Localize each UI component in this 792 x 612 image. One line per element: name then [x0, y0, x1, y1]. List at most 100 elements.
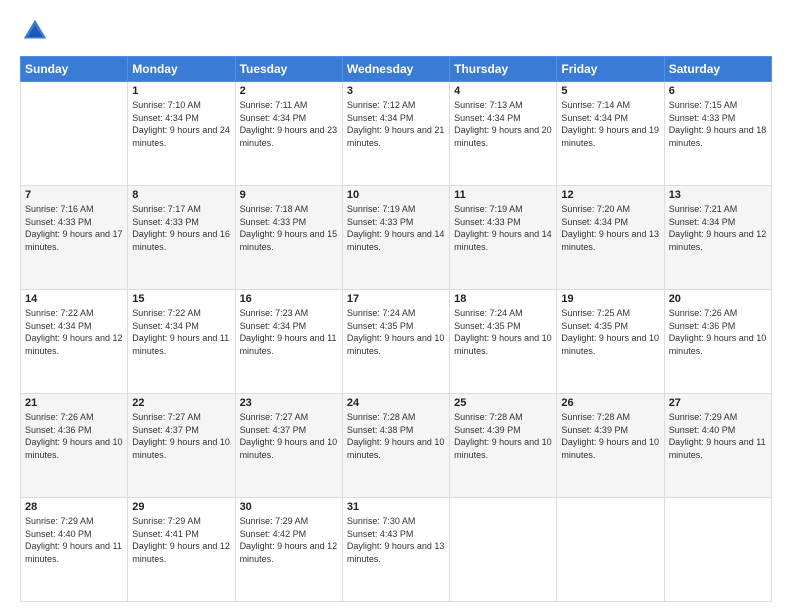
day-info: Sunrise: 7:29 AMSunset: 4:42 PMDaylight:… [240, 515, 338, 565]
day-number: 3 [347, 85, 445, 97]
day-number: 22 [132, 397, 230, 409]
header [20, 16, 772, 46]
day-info: Sunrise: 7:28 AMSunset: 4:39 PMDaylight:… [454, 411, 552, 461]
day-cell: 24 Sunrise: 7:28 AMSunset: 4:38 PMDayligh… [342, 394, 449, 498]
day-number: 27 [669, 397, 767, 409]
day-number: 19 [561, 293, 659, 305]
logo-icon [20, 16, 50, 46]
day-number: 20 [669, 293, 767, 305]
day-cell: 17 Sunrise: 7:24 AMSunset: 4:35 PMDayligh… [342, 290, 449, 394]
day-cell: 13Sunrise: 7:21 AMSunset: 4:34 PMDayligh… [664, 186, 771, 290]
day-cell: 5 Sunrise: 7:14 AMSunset: 4:34 PMDaylight… [557, 82, 664, 186]
day-number: 21 [25, 397, 123, 409]
day-number: 7 [25, 189, 123, 201]
day-number: 24 [347, 397, 445, 409]
day-cell: 14 Sunrise: 7:22 AMSunset: 4:34 PMDayligh… [21, 290, 128, 394]
day-cell: 16Sunrise: 7:23 AMSunset: 4:34 PMDayligh… [235, 290, 342, 394]
day-cell [664, 498, 771, 602]
day-header-tuesday: Tuesday [235, 57, 342, 82]
day-info: Sunrise: 7:19 AMSunset: 4:33 PMDaylight:… [347, 203, 445, 253]
day-cell: 7Sunrise: 7:16 AMSunset: 4:33 PMDaylight… [21, 186, 128, 290]
day-info: Sunrise: 7:28 AMSunset: 4:39 PMDaylight:… [561, 411, 659, 461]
week-row-3: 14 Sunrise: 7:22 AMSunset: 4:34 PMDayligh… [21, 290, 772, 394]
logo [20, 16, 54, 46]
day-number: 5 [561, 85, 659, 97]
day-info: Sunrise: 7:26 AMSunset: 4:36 PMDaylight:… [669, 307, 767, 357]
day-number: 29 [132, 501, 230, 513]
day-cell: 3 Sunrise: 7:12 AMSunset: 4:34 PMDaylight… [342, 82, 449, 186]
day-info: Sunrise: 7:27 AMSunset: 4:37 PMDaylight:… [240, 411, 338, 461]
day-info: Sunrise: 7:29 AMSunset: 4:40 PMDaylight:… [25, 515, 123, 565]
day-cell: 12 Sunrise: 7:20 AMSunset: 4:34 PMDayligh… [557, 186, 664, 290]
day-cell: 18 Sunrise: 7:24 AMSunset: 4:35 PMDayligh… [450, 290, 557, 394]
day-cell: 22 Sunrise: 7:27 AMSunset: 4:37 PMDayligh… [128, 394, 235, 498]
day-cell: 10 Sunrise: 7:19 AMSunset: 4:33 PMDayligh… [342, 186, 449, 290]
header-row: SundayMondayTuesdayWednesdayThursdayFrid… [21, 57, 772, 82]
day-number: 30 [240, 501, 338, 513]
day-info: Sunrise: 7:18 AMSunset: 4:33 PMDaylight:… [240, 203, 338, 253]
day-cell: 21 Sunrise: 7:26 AMSunset: 4:36 PMDayligh… [21, 394, 128, 498]
day-cell: 31 Sunrise: 7:30 AMSunset: 4:43 PMDayligh… [342, 498, 449, 602]
day-cell: 30 Sunrise: 7:29 AMSunset: 4:42 PMDayligh… [235, 498, 342, 602]
day-info: Sunrise: 7:24 AMSunset: 4:35 PMDaylight:… [454, 307, 552, 357]
day-info: Sunrise: 7:29 AMSunset: 4:41 PMDaylight:… [132, 515, 230, 565]
day-cell: 28 Sunrise: 7:29 AMSunset: 4:40 PMDayligh… [21, 498, 128, 602]
day-number: 8 [132, 189, 230, 201]
day-info: Sunrise: 7:22 AMSunset: 4:34 PMDaylight:… [25, 307, 123, 357]
page: SundayMondayTuesdayWednesdayThursdayFrid… [0, 0, 792, 612]
day-info: Sunrise: 7:14 AMSunset: 4:34 PMDaylight:… [561, 99, 659, 149]
day-number: 18 [454, 293, 552, 305]
day-number: 31 [347, 501, 445, 513]
day-cell: 15Sunrise: 7:22 AMSunset: 4:34 PMDayligh… [128, 290, 235, 394]
day-number: 23 [240, 397, 338, 409]
day-number: 1 [132, 85, 230, 97]
day-info: Sunrise: 7:20 AMSunset: 4:34 PMDaylight:… [561, 203, 659, 253]
day-info: Sunrise: 7:12 AMSunset: 4:34 PMDaylight:… [347, 99, 445, 149]
day-number: 10 [347, 189, 445, 201]
day-cell: 8Sunrise: 7:17 AMSunset: 4:33 PMDaylight… [128, 186, 235, 290]
week-row-2: 7Sunrise: 7:16 AMSunset: 4:33 PMDaylight… [21, 186, 772, 290]
day-info: Sunrise: 7:10 AMSunset: 4:34 PMDaylight:… [132, 99, 230, 149]
day-info: Sunrise: 7:24 AMSunset: 4:35 PMDaylight:… [347, 307, 445, 357]
day-number: 12 [561, 189, 659, 201]
day-info: Sunrise: 7:29 AMSunset: 4:40 PMDaylight:… [669, 411, 767, 461]
day-cell: 9 Sunrise: 7:18 AMSunset: 4:33 PMDaylight… [235, 186, 342, 290]
day-info: Sunrise: 7:15 AMSunset: 4:33 PMDaylight:… [669, 99, 767, 149]
day-cell: 23 Sunrise: 7:27 AMSunset: 4:37 PMDayligh… [235, 394, 342, 498]
day-header-monday: Monday [128, 57, 235, 82]
day-info: Sunrise: 7:27 AMSunset: 4:37 PMDaylight:… [132, 411, 230, 461]
day-info: Sunrise: 7:21 AMSunset: 4:34 PMDaylight:… [669, 203, 767, 253]
day-cell: 25 Sunrise: 7:28 AMSunset: 4:39 PMDayligh… [450, 394, 557, 498]
day-cell: 6 Sunrise: 7:15 AMSunset: 4:33 PMDaylight… [664, 82, 771, 186]
day-cell: 4 Sunrise: 7:13 AMSunset: 4:34 PMDaylight… [450, 82, 557, 186]
day-cell: 1 Sunrise: 7:10 AMSunset: 4:34 PMDaylight… [128, 82, 235, 186]
day-info: Sunrise: 7:22 AMSunset: 4:34 PMDaylight:… [132, 307, 230, 357]
day-info: Sunrise: 7:11 AMSunset: 4:34 PMDaylight:… [240, 99, 338, 149]
day-number: 9 [240, 189, 338, 201]
day-info: Sunrise: 7:28 AMSunset: 4:38 PMDaylight:… [347, 411, 445, 461]
day-number: 6 [669, 85, 767, 97]
day-header-thursday: Thursday [450, 57, 557, 82]
day-number: 14 [25, 293, 123, 305]
day-info: Sunrise: 7:13 AMSunset: 4:34 PMDaylight:… [454, 99, 552, 149]
day-info: Sunrise: 7:26 AMSunset: 4:36 PMDaylight:… [25, 411, 123, 461]
day-info: Sunrise: 7:30 AMSunset: 4:43 PMDaylight:… [347, 515, 445, 565]
day-header-saturday: Saturday [664, 57, 771, 82]
day-cell: 20 Sunrise: 7:26 AMSunset: 4:36 PMDayligh… [664, 290, 771, 394]
day-cell [557, 498, 664, 602]
day-cell: 29 Sunrise: 7:29 AMSunset: 4:41 PMDayligh… [128, 498, 235, 602]
day-cell: 11Sunrise: 7:19 AMSunset: 4:33 PMDayligh… [450, 186, 557, 290]
day-number: 2 [240, 85, 338, 97]
day-header-friday: Friday [557, 57, 664, 82]
day-info: Sunrise: 7:23 AMSunset: 4:34 PMDaylight:… [240, 307, 338, 357]
week-row-4: 21 Sunrise: 7:26 AMSunset: 4:36 PMDayligh… [21, 394, 772, 498]
week-row-1: 1 Sunrise: 7:10 AMSunset: 4:34 PMDaylight… [21, 82, 772, 186]
day-number: 4 [454, 85, 552, 97]
day-header-wednesday: Wednesday [342, 57, 449, 82]
day-cell: 19Sunrise: 7:25 AMSunset: 4:35 PMDayligh… [557, 290, 664, 394]
day-number: 26 [561, 397, 659, 409]
day-number: 28 [25, 501, 123, 513]
day-number: 25 [454, 397, 552, 409]
day-number: 17 [347, 293, 445, 305]
day-info: Sunrise: 7:19 AMSunset: 4:33 PMDaylight:… [454, 203, 552, 253]
